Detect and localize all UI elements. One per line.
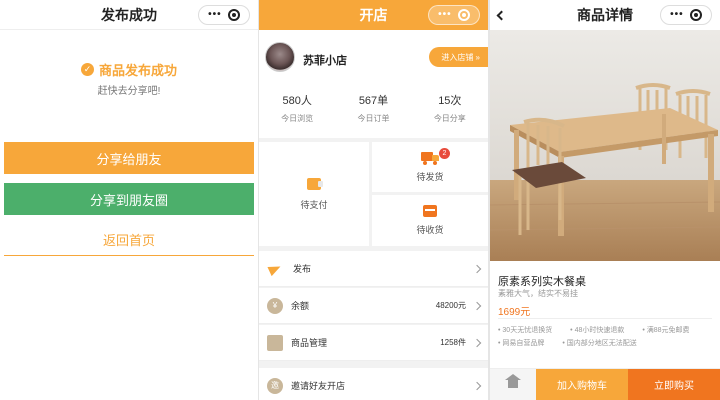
add-to-cart-button[interactable]: 加入购物车: [536, 369, 628, 400]
check-circle-icon: ✓: [80, 63, 94, 76]
menu-label: 发布: [293, 264, 312, 274]
tile-label: 待发货: [416, 171, 444, 182]
product-price: 1699元: [498, 307, 531, 318]
balance-value: 48200元: [435, 301, 466, 310]
success-message: ✓ 商品发布成功: [0, 60, 258, 79]
chevron-right-icon: [472, 338, 482, 347]
truck-icon: [421, 151, 439, 165]
menu-label: 商品管理: [291, 338, 328, 348]
chevron-right-icon: [472, 264, 482, 273]
stat-label: 今日订单: [357, 114, 390, 123]
page-title: 发布成功: [101, 6, 157, 23]
count-badge: 2: [439, 148, 450, 159]
feature-item: • 满88元免邮费: [642, 327, 690, 334]
stat-value: 580人: [282, 95, 312, 107]
shop-avatar[interactable]: [265, 42, 295, 72]
publish-success-screen: 发布成功 ••• ✓ 商品发布成功 赶快去分享吧! 分享给朋友 分享到朋友圈 返…: [0, 0, 258, 400]
feature-item: • 30天无忧退换货: [498, 327, 553, 334]
shop-header: 苏菲小店 进入店铺 » 580人 今日浏览 567单 今日订单 15次 今日分享: [259, 30, 488, 138]
success-text: 商品发布成功: [98, 63, 177, 78]
mini-program-capsule[interactable]: •••: [428, 5, 480, 25]
product-name: 原素系列实木餐桌: [498, 276, 586, 288]
home-button[interactable]: [490, 369, 536, 400]
close-target-icon[interactable]: [689, 9, 702, 21]
more-icon[interactable]: •••: [670, 10, 684, 20]
today-stats: 580人 今日浏览 567单 今日订单 15次 今日分享: [259, 92, 488, 124]
close-target-icon[interactable]: [227, 9, 240, 21]
menu-label: 余额: [291, 301, 310, 311]
menu-item-balance[interactable]: ¥ 余额 48200元: [259, 288, 488, 324]
mini-program-capsule[interactable]: •••: [198, 5, 250, 25]
pending-payment-tile[interactable]: 待支付: [259, 142, 369, 246]
nav-bar: 开店 •••: [259, 0, 488, 30]
nav-bar: 商品详情 •••: [490, 0, 720, 30]
stat-value: 567单: [358, 95, 389, 107]
share-hint: 赶快去分享吧!: [97, 86, 161, 97]
product-count: 1258件: [440, 338, 466, 347]
mini-program-capsule[interactable]: •••: [660, 5, 712, 25]
stat-views[interactable]: 580人 今日浏览: [259, 92, 335, 124]
invite-icon: 邀: [267, 377, 283, 394]
yen-icon: ¥: [267, 297, 283, 314]
box-icon: [267, 334, 283, 351]
paper-plane-icon: [267, 261, 283, 276]
feature-item: • 网易自营品牌: [498, 340, 545, 347]
dining-table-illustration: [490, 30, 720, 261]
menu-item-publish[interactable]: 发布: [259, 251, 488, 287]
service-features: • 30天无忧退换货 • 48小时快速退款 • 满88元免邮费 • 网易自营品牌…: [498, 324, 714, 350]
menu-item-product-management[interactable]: 商品管理 1258件: [259, 325, 488, 361]
stat-label: 今日分享: [433, 114, 466, 123]
feature-item: • 48小时快速退款: [570, 327, 625, 334]
feature-item: • 国内部分地区无法配送: [562, 340, 637, 347]
product-image[interactable]: [490, 30, 720, 261]
stat-value: 15次: [438, 95, 462, 107]
product-detail-screen: 商品详情 ••• 原素系列实木餐桌 素雅大气，结实不易挂 1699元 • 30天…: [490, 0, 720, 400]
menu-label: 邀请好友开店: [291, 381, 346, 391]
stat-shares[interactable]: 15次 今日分享: [412, 92, 488, 124]
back-home-link[interactable]: 返回首页: [4, 224, 254, 256]
purchase-bar: 加入购物车 立即购买: [490, 368, 720, 400]
tile-label: 待收货: [416, 225, 444, 235]
shop-dashboard-screen: 开店 ••• 苏菲小店 进入店铺 » 580人 今日浏览 567单 今日订单 1…: [259, 0, 488, 400]
tile-label: 待支付: [300, 199, 328, 210]
page-title: 开店: [359, 7, 388, 23]
shop-name: 苏菲小店: [303, 55, 347, 67]
share-to-friend-button[interactable]: 分享给朋友: [4, 142, 254, 174]
pending-receipt-tile[interactable]: 待收货: [372, 195, 488, 246]
package-icon: [423, 205, 437, 217]
stat-label: 今日浏览: [281, 114, 314, 123]
chevron-right-icon: [472, 301, 482, 310]
buy-now-button[interactable]: 立即购买: [628, 369, 720, 400]
close-target-icon[interactable]: [457, 9, 470, 21]
more-icon[interactable]: •••: [438, 10, 452, 20]
nav-bar: 发布成功 •••: [0, 0, 258, 30]
order-status-grid: 待支付 2 待发货 待收货: [259, 142, 488, 246]
share-to-moments-button[interactable]: 分享到朋友圈: [4, 183, 254, 215]
more-icon[interactable]: •••: [208, 10, 222, 20]
product-subtitle: 素雅大气，结实不易挂: [498, 289, 578, 298]
stat-orders[interactable]: 567单 今日订单: [335, 92, 411, 124]
chevron-right-icon: [472, 381, 482, 390]
home-icon: [505, 373, 521, 391]
divider: [498, 318, 712, 319]
wallet-icon: [307, 177, 323, 190]
pending-shipment-tile[interactable]: 2 待发货: [372, 142, 488, 192]
back-arrow-icon[interactable]: [496, 10, 507, 21]
enter-shop-button[interactable]: 进入店铺 »: [429, 47, 488, 67]
menu-item-invite[interactable]: 邀 邀请好友开店: [259, 368, 488, 400]
page-title: 商品详情: [577, 7, 633, 23]
